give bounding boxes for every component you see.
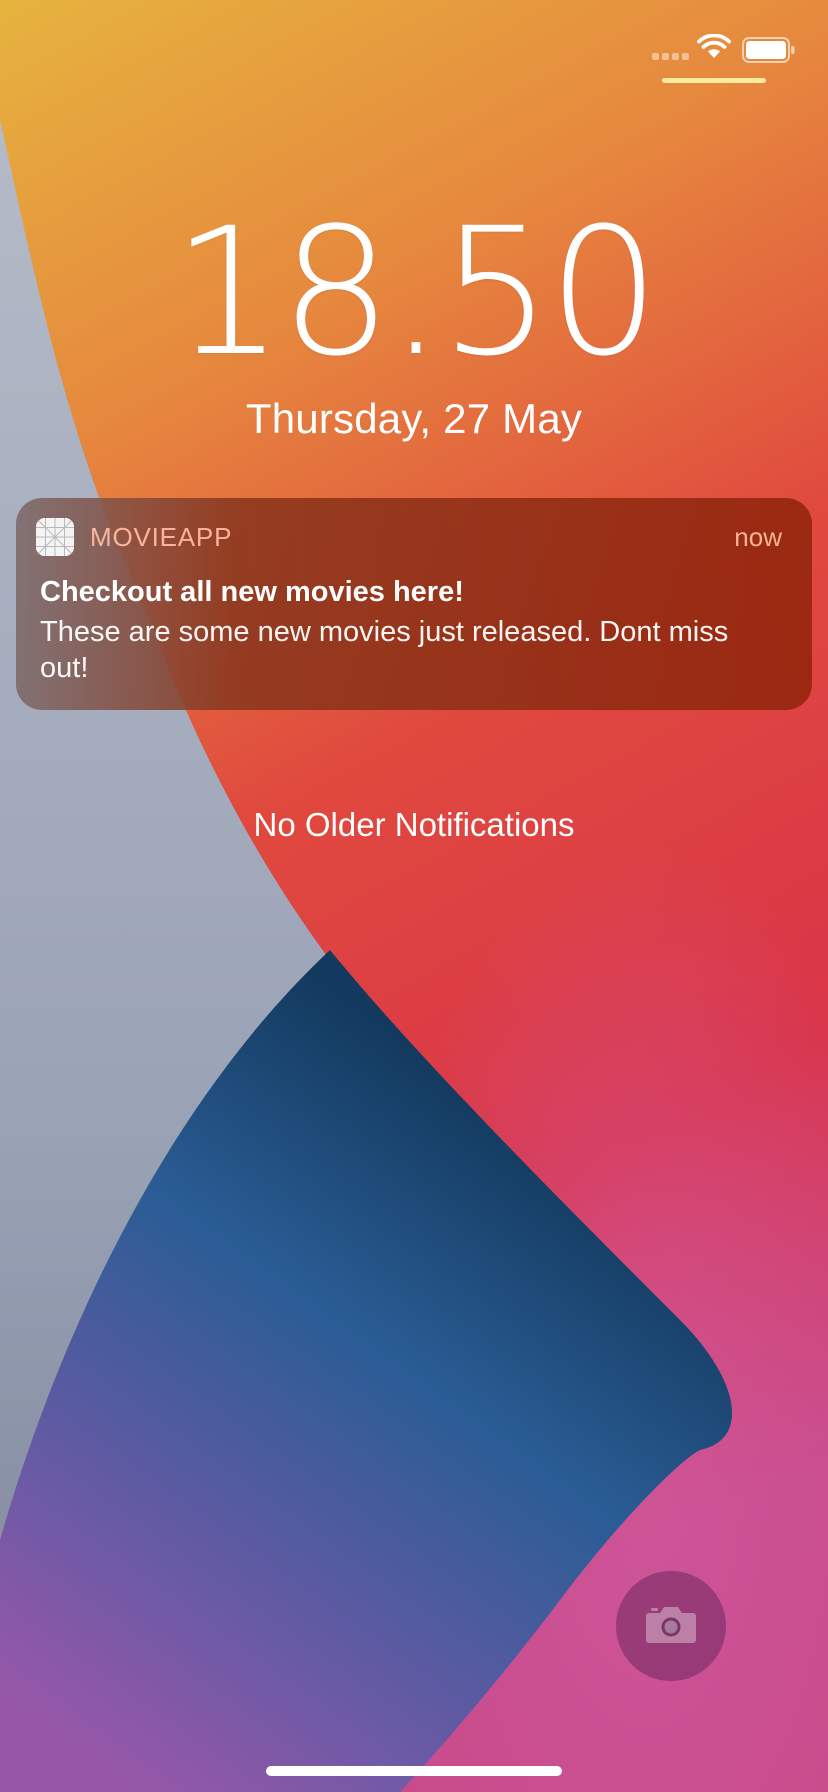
home-indicator[interactable]: [266, 1766, 562, 1776]
lock-screen-time: 18.50: [172, 190, 660, 395]
notification-body: These are some new movies just released.…: [40, 616, 729, 684]
notification-card[interactable]: MOVIEAPP now Checkout all new movies her…: [16, 498, 812, 710]
camera-button[interactable]: [616, 1571, 726, 1681]
camera-icon: [645, 1604, 697, 1649]
movieapp-icon: [36, 518, 74, 556]
wifi-icon: [697, 33, 731, 65]
cellular-signal-icon: [652, 53, 689, 60]
notification-app-name: MOVIEAPP: [90, 522, 233, 552]
notification-title: Checkout all new movies here!: [40, 576, 464, 608]
control-center-indicator[interactable]: [662, 78, 766, 83]
no-older-notifications-label: No Older Notifications: [253, 806, 575, 843]
battery-icon: [742, 37, 796, 68]
notification-timestamp: now: [734, 522, 782, 552]
status-bar: [0, 0, 828, 90]
lock-screen-date: Thursday, 27 May: [245, 395, 583, 442]
